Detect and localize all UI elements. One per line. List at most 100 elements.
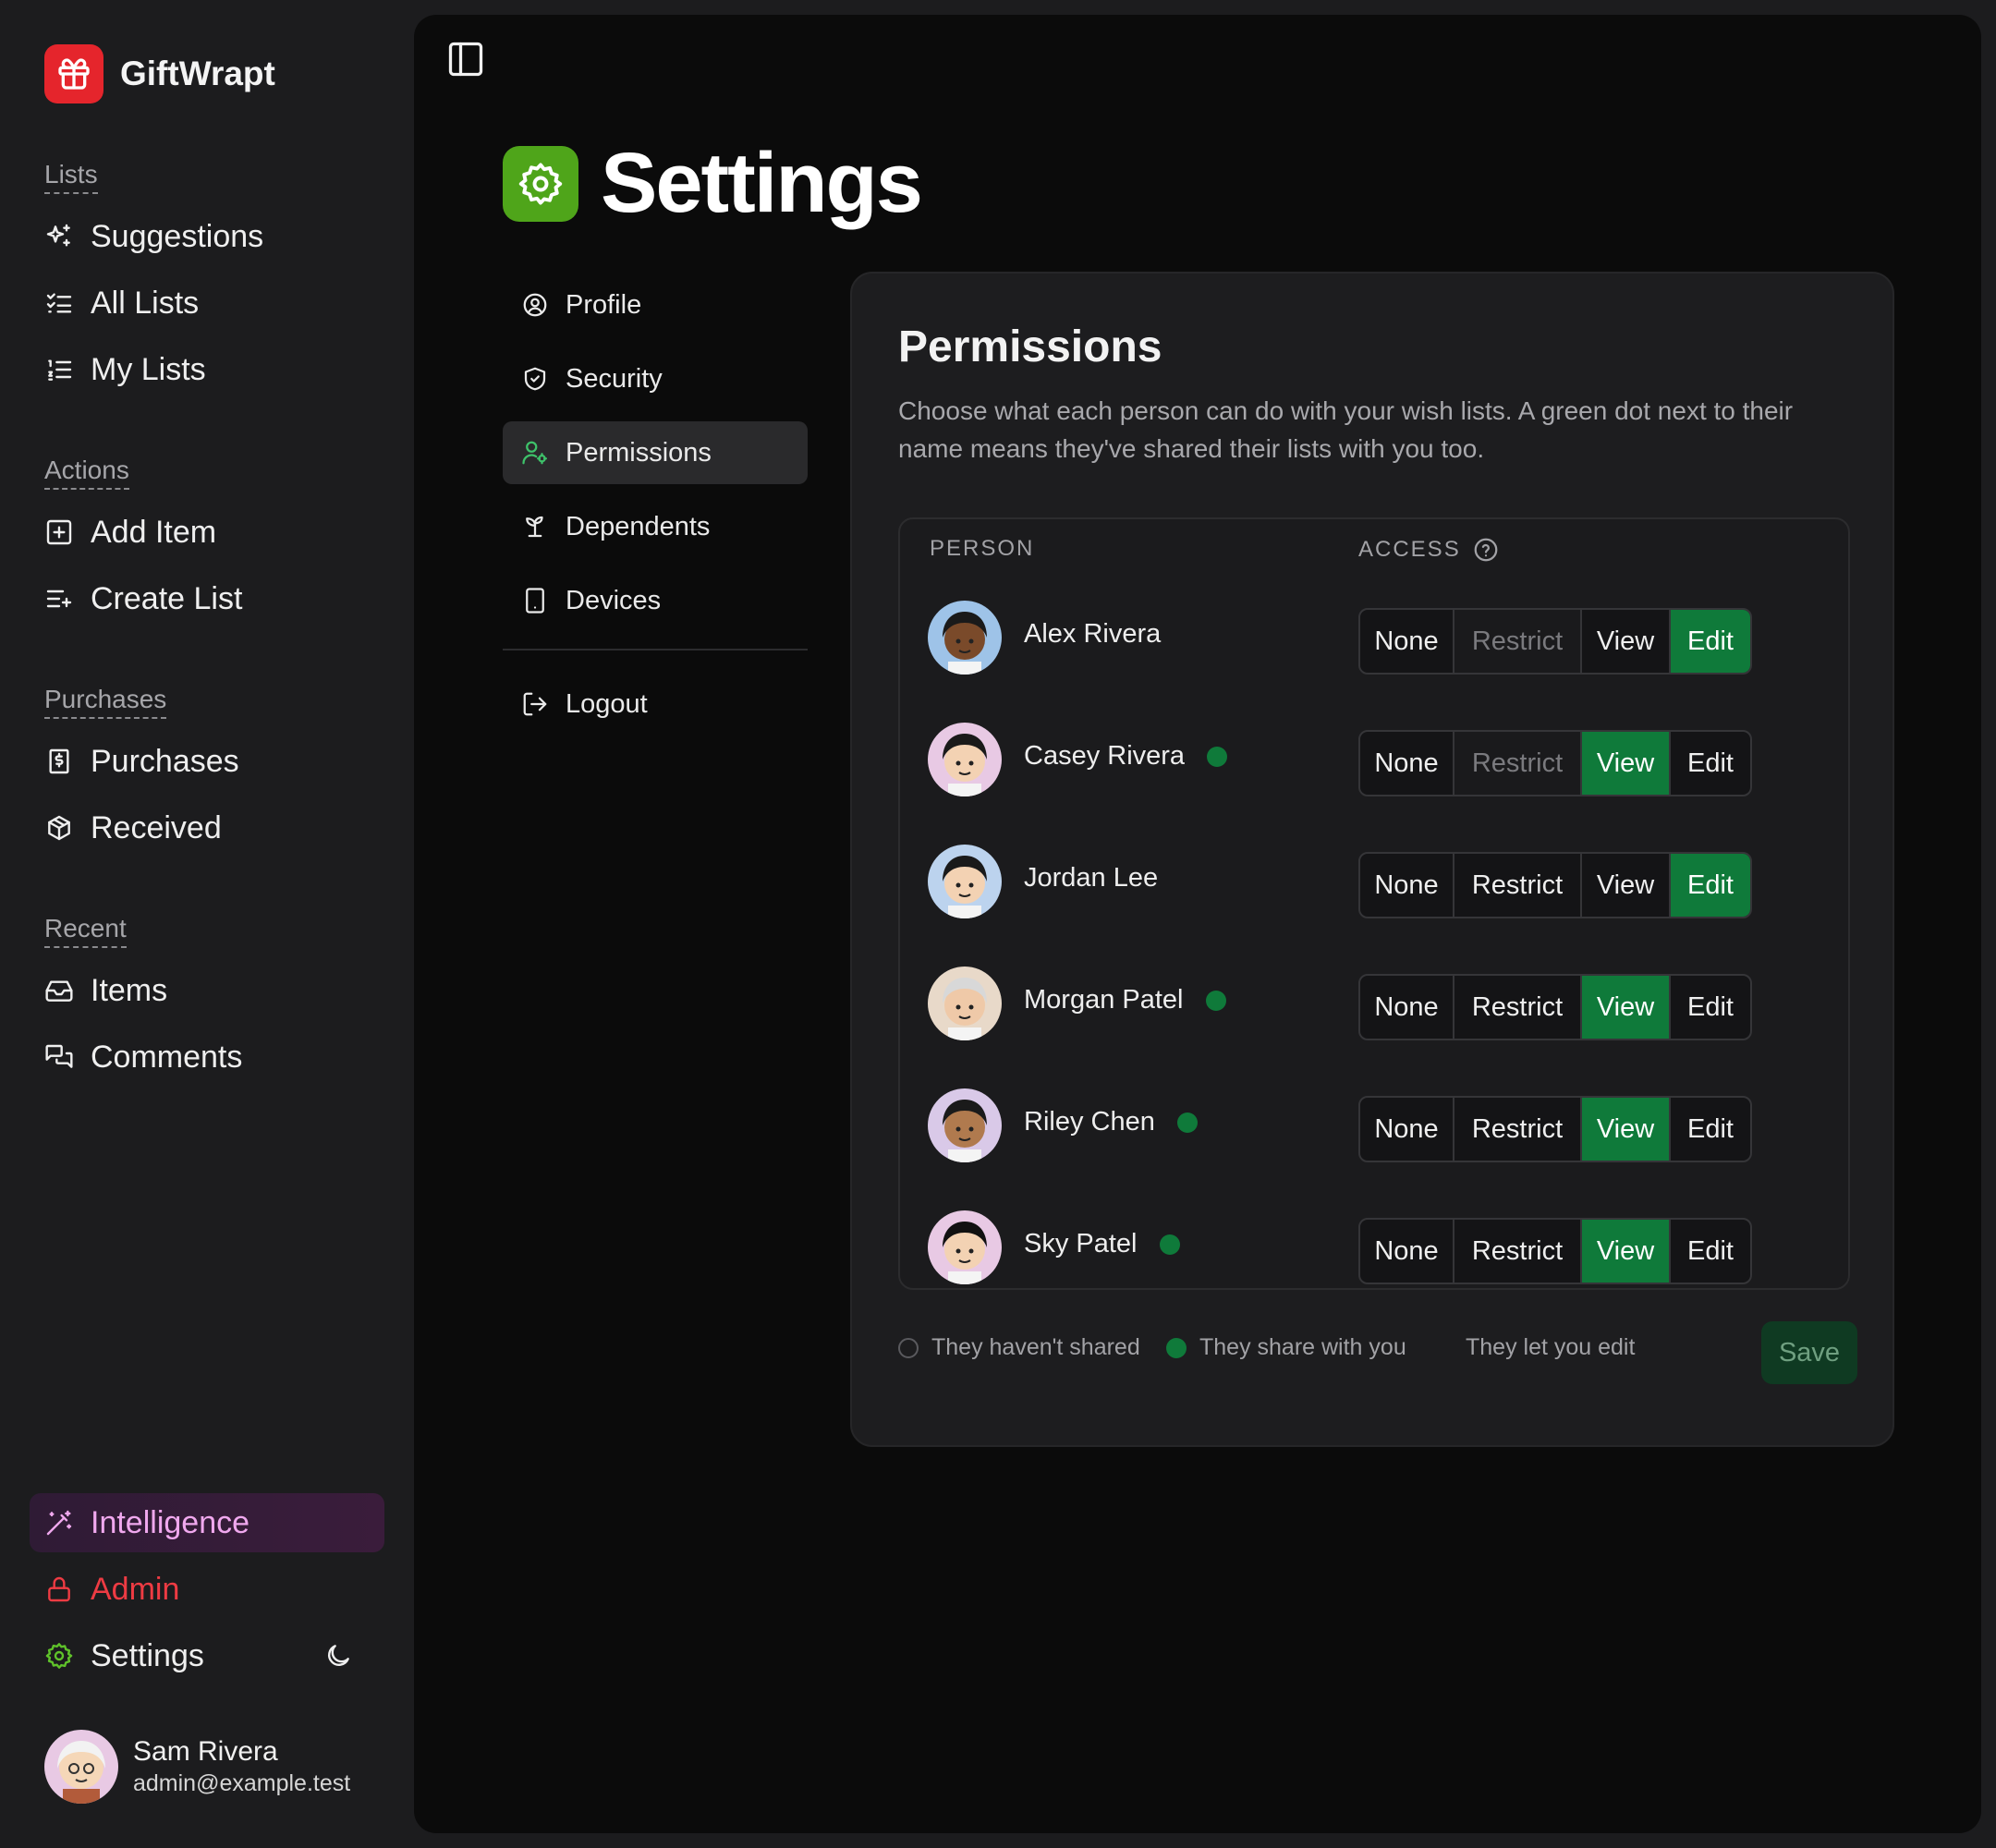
settings-nav-label: Security bbox=[566, 363, 663, 394]
nav-heading: Purchases bbox=[44, 684, 167, 719]
inbox-icon bbox=[45, 980, 73, 1002]
permissions-table: PERSON ACCESS Alex Rivera None Restrict Vi… bbox=[898, 517, 1850, 1290]
nav-item-add-item[interactable]: Add Item bbox=[44, 499, 242, 565]
nav-item-suggestions[interactable]: Suggestions bbox=[44, 203, 263, 270]
shared-indicator-dot bbox=[1207, 746, 1228, 767]
table-row: Alex Rivera None Restrict View Edit bbox=[900, 578, 1852, 697]
nav-section-lists: Lists Suggestions All Lists My Lists bbox=[44, 159, 263, 403]
nav-item-all-lists[interactable]: All Lists bbox=[44, 270, 263, 336]
nav-item-items[interactable]: Items bbox=[44, 957, 242, 1024]
nav-item-my-lists[interactable]: My Lists bbox=[44, 336, 263, 403]
legend-edit: They let you edit bbox=[1466, 1334, 1635, 1361]
nav-heading: Actions bbox=[44, 455, 129, 490]
access-option-restrict[interactable]: Restrict bbox=[1454, 976, 1582, 1039]
access-option-view[interactable]: View bbox=[1582, 1098, 1671, 1161]
nav-item-create-list[interactable]: Create List bbox=[44, 565, 242, 632]
settings-nav-label: Dependents bbox=[566, 511, 711, 541]
shared-indicator-dot bbox=[1176, 1112, 1198, 1133]
settings-nav-security[interactable]: Security bbox=[503, 347, 808, 410]
package-icon bbox=[48, 815, 70, 841]
settings-nav-profile[interactable]: Profile bbox=[503, 274, 808, 336]
access-option-restrict[interactable]: Restrict bbox=[1454, 1098, 1582, 1161]
nav-item-label: Admin bbox=[91, 1571, 180, 1607]
settings-nav-dependents[interactable]: Dependents bbox=[503, 495, 808, 558]
access-option-restrict[interactable]: Restrict bbox=[1454, 1220, 1582, 1283]
access-option-none[interactable]: None bbox=[1360, 1098, 1454, 1161]
messages-icon bbox=[45, 1044, 73, 1068]
access-option-restrict[interactable]: Restrict bbox=[1454, 854, 1582, 917]
settings-nav: Profile Security Permissions Dependents … bbox=[503, 274, 808, 747]
shield-check-icon bbox=[524, 367, 546, 391]
main-panel: Settings Profile Security Permissions De… bbox=[414, 15, 1981, 1833]
logout-button[interactable]: Logout bbox=[503, 673, 808, 736]
access-option-edit[interactable]: Edit bbox=[1671, 854, 1750, 917]
nav-item-intelligence[interactable]: Intelligence bbox=[30, 1493, 384, 1552]
avatar-illustration bbox=[928, 1210, 1002, 1284]
avatar-illustration bbox=[928, 723, 1002, 796]
person-name: Morgan Patel bbox=[1024, 985, 1226, 1015]
table-row: Morgan Patel None Restrict View Edit bbox=[900, 944, 1852, 1063]
nav-item-comments[interactable]: Comments bbox=[44, 1024, 242, 1090]
nav-item-label: Settings bbox=[91, 1637, 204, 1673]
user-meta: Sam Rivera admin@example.test bbox=[133, 1735, 350, 1798]
sidebar-bottom-nav: Intelligence Admin Settings bbox=[30, 1493, 384, 1693]
person-name-text: Morgan Patel bbox=[1024, 985, 1184, 1015]
person-name: Sky Patel bbox=[1024, 1229, 1180, 1259]
access-option-none[interactable]: None bbox=[1360, 854, 1454, 917]
shared-indicator-dot bbox=[1159, 1234, 1180, 1255]
tablet-icon bbox=[526, 588, 544, 614]
nav-item-admin[interactable]: Admin bbox=[30, 1560, 384, 1619]
help-circle-icon[interactable] bbox=[1472, 536, 1500, 564]
person-name-text: Casey Rivera bbox=[1024, 741, 1186, 771]
access-option-view[interactable]: View bbox=[1582, 854, 1671, 917]
permissions-card: Permissions Choose what each person can … bbox=[850, 272, 1894, 1447]
access-option-restrict[interactable]: Restrict bbox=[1454, 610, 1582, 673]
access-option-view[interactable]: View bbox=[1582, 1220, 1671, 1283]
access-option-none[interactable]: None bbox=[1360, 732, 1454, 795]
access-option-edit[interactable]: Edit bbox=[1671, 610, 1750, 673]
person-name-text: Alex Rivera bbox=[1024, 619, 1162, 649]
brand-name: GiftWrapt bbox=[120, 55, 275, 92]
avatar bbox=[928, 845, 1002, 918]
access-option-view[interactable]: View bbox=[1582, 732, 1671, 795]
access-option-edit[interactable]: Edit bbox=[1671, 732, 1750, 795]
access-option-edit[interactable]: Edit bbox=[1671, 1098, 1750, 1161]
nav-item-settings[interactable]: Settings bbox=[30, 1626, 384, 1685]
legend-label: They share with you bbox=[1199, 1334, 1406, 1360]
nav-item-label: Create List bbox=[91, 580, 243, 616]
person-name-text: Jordan Lee bbox=[1024, 863, 1159, 893]
avatar bbox=[928, 1088, 1002, 1162]
app-root: GiftWrapt Lists Suggestions All Lists My… bbox=[0, 0, 1996, 1848]
access-segmented-control: None Restrict View Edit bbox=[1358, 1096, 1752, 1162]
nav-item-received[interactable]: Received bbox=[44, 795, 239, 861]
nav-item-label: All Lists bbox=[91, 285, 200, 321]
person-name-text: Riley Chen bbox=[1024, 1107, 1155, 1137]
sidebar-toggle-icon[interactable] bbox=[445, 39, 486, 79]
access-option-none[interactable]: None bbox=[1360, 1220, 1454, 1283]
save-button[interactable]: Save bbox=[1761, 1321, 1857, 1384]
nav-item-label: Purchases bbox=[91, 743, 239, 779]
logout-icon bbox=[523, 692, 547, 716]
nav-item-purchases[interactable]: Purchases bbox=[44, 728, 239, 795]
moon-icon[interactable] bbox=[323, 1641, 353, 1671]
brand[interactable]: GiftWrapt bbox=[44, 44, 275, 103]
settings-nav-devices[interactable]: Devices bbox=[503, 569, 808, 632]
gear-icon bbox=[503, 145, 578, 222]
person-name: Riley Chen bbox=[1024, 1107, 1198, 1137]
access-option-edit[interactable]: Edit bbox=[1671, 976, 1750, 1039]
access-option-none[interactable]: None bbox=[1360, 976, 1454, 1039]
access-option-view[interactable]: View bbox=[1582, 610, 1671, 673]
settings-nav-label: Permissions bbox=[566, 437, 712, 468]
access-segmented-control: None Restrict View Edit bbox=[1358, 608, 1752, 675]
access-option-none[interactable]: None bbox=[1360, 610, 1454, 673]
access-option-edit[interactable]: Edit bbox=[1671, 1220, 1750, 1283]
nav-item-label: Intelligence bbox=[91, 1504, 250, 1540]
access-option-restrict[interactable]: Restrict bbox=[1454, 732, 1582, 795]
access-option-view[interactable]: View bbox=[1582, 976, 1671, 1039]
magic-wand-icon bbox=[46, 1510, 72, 1536]
person-name: Jordan Lee bbox=[1024, 863, 1158, 894]
column-header-access: ACCESS bbox=[1358, 536, 1500, 564]
permissions-description: Choose what each person can do with your… bbox=[898, 396, 1794, 463]
settings-nav-permissions[interactable]: Permissions bbox=[503, 421, 808, 484]
user-card[interactable]: Sam Rivera admin@example.test bbox=[44, 1730, 350, 1804]
